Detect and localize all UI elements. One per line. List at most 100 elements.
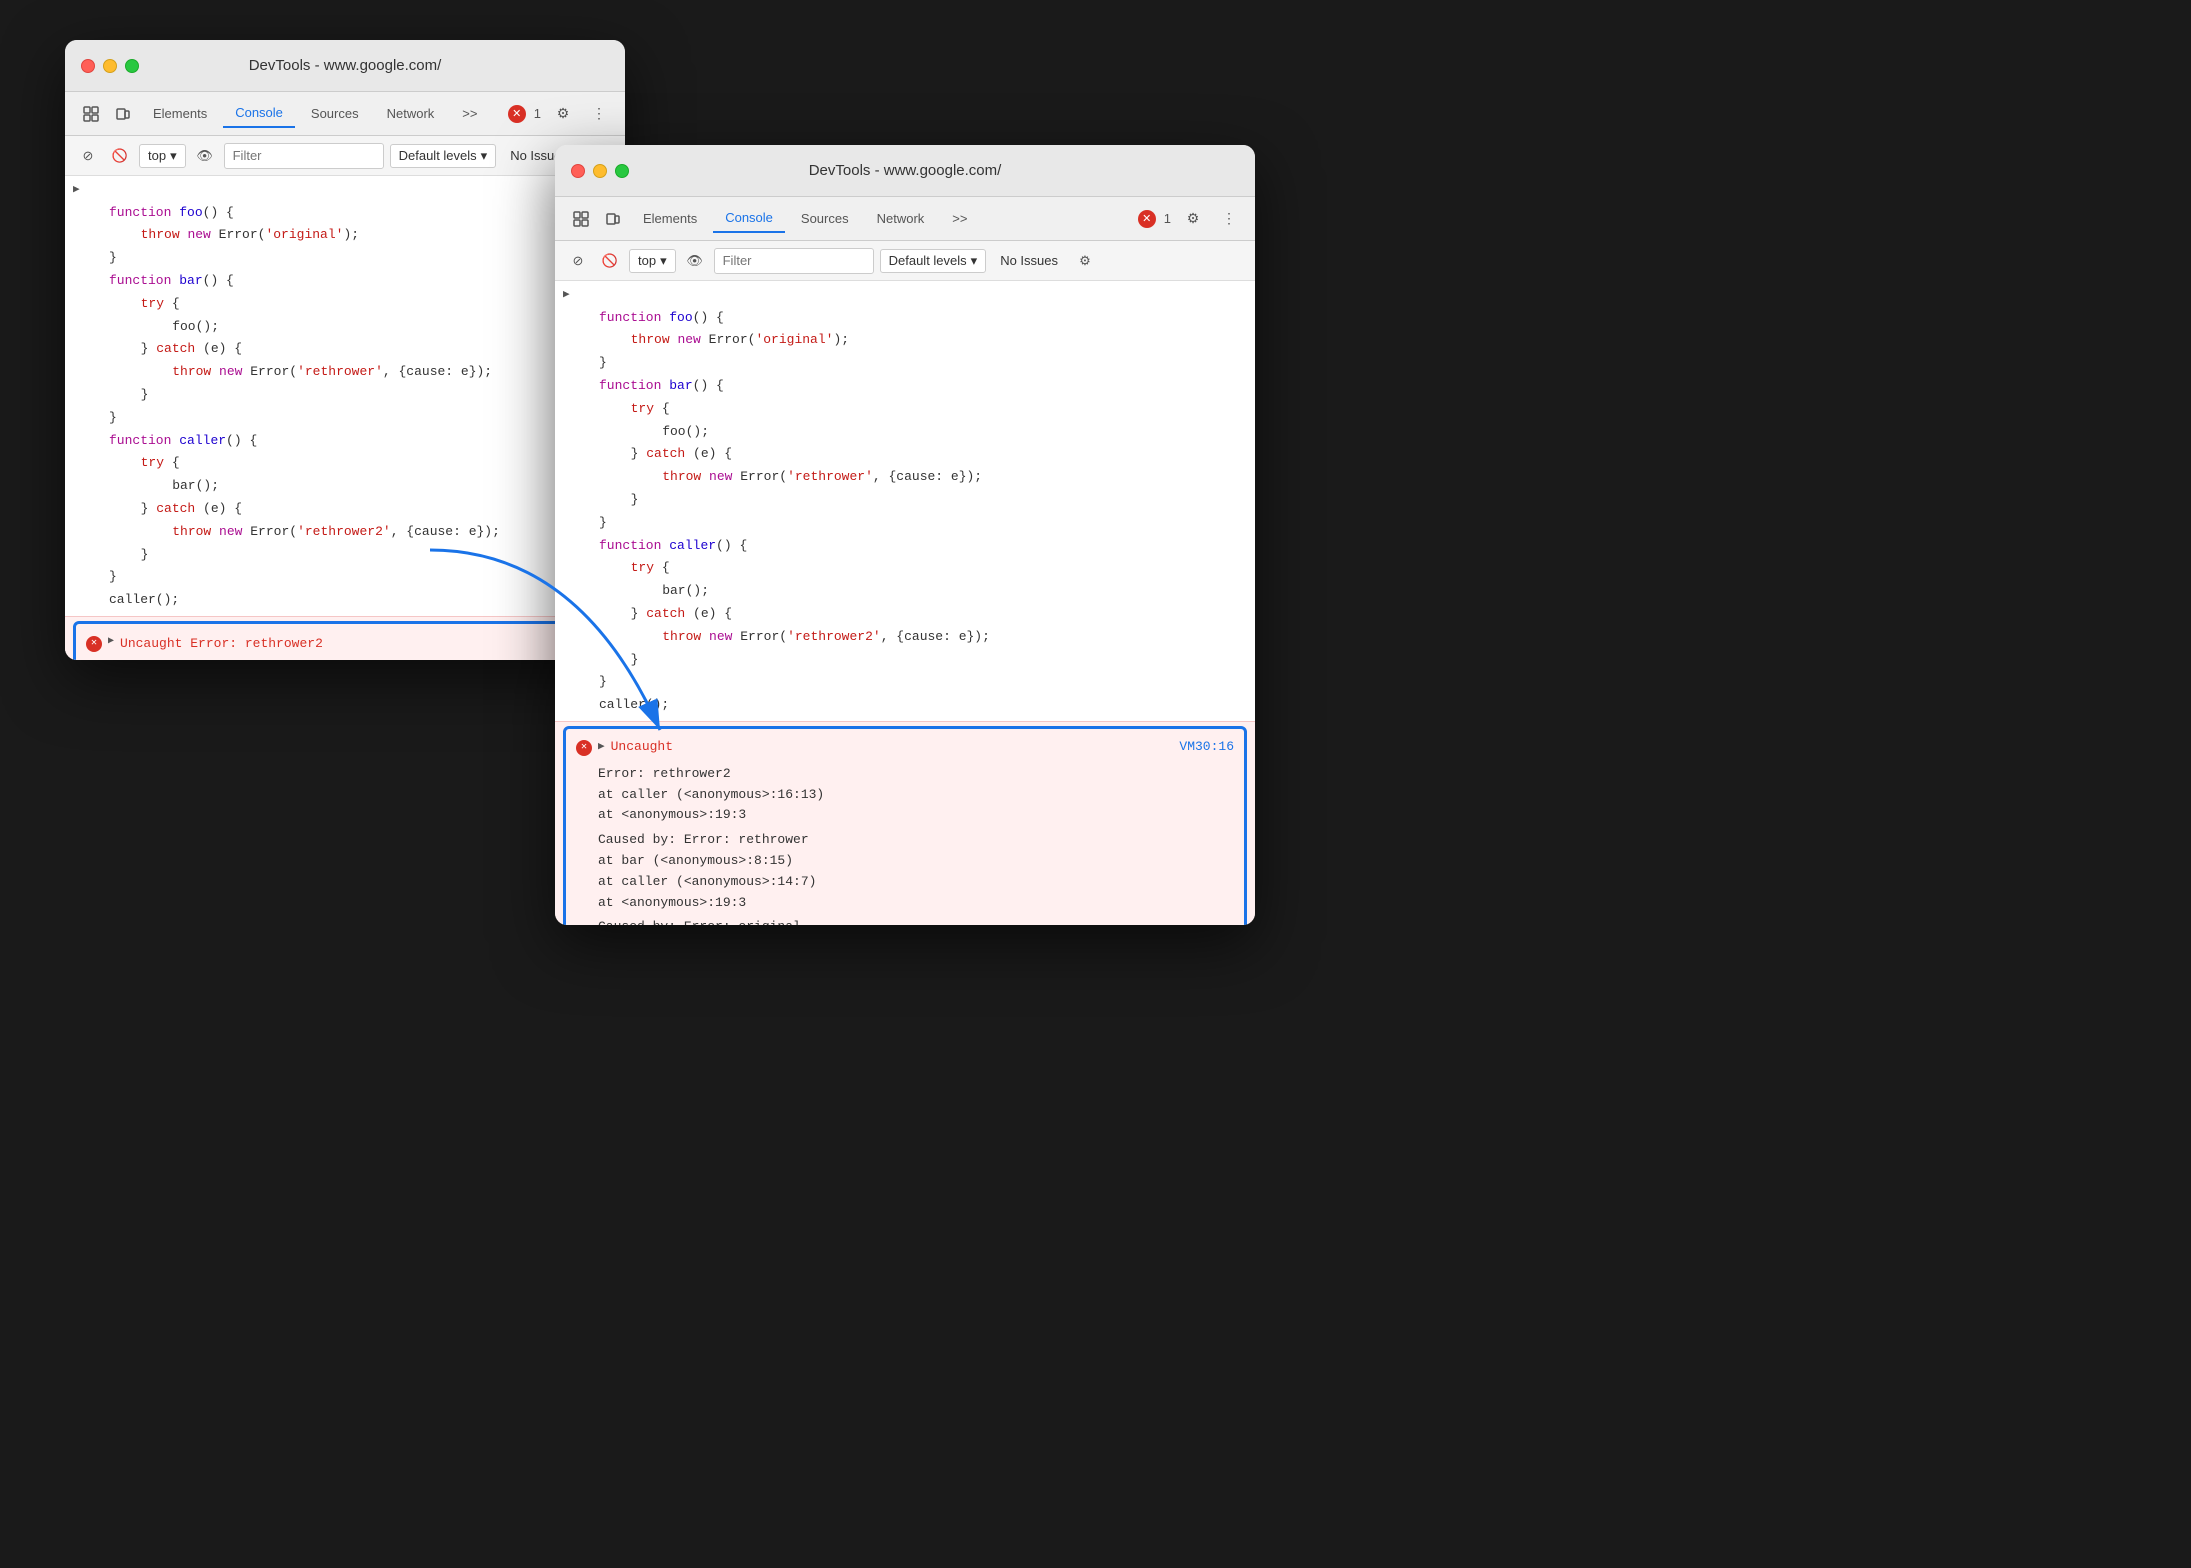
- code-line-2-17: }: [555, 671, 1255, 694]
- expand-icon-2[interactable]: ▶: [598, 739, 605, 757]
- toolbar-1: ⊘ 🚫 top ▾ 👁 Default levels ▾ No Issues ⚙: [65, 136, 625, 176]
- default-levels-label-2: Default levels: [889, 253, 967, 268]
- minimize-button-2[interactable]: [593, 164, 607, 178]
- minimize-button-1[interactable]: [103, 59, 117, 73]
- toolbar-2: ⊘ 🚫 top ▾ 👁 Default levels ▾ No Issues ⚙: [555, 241, 1255, 281]
- code-line-2-12: try {: [555, 557, 1255, 580]
- error-highlight-box-2: ✕ ▶ Uncaught VM30:16 Error: rethrower2 a…: [563, 726, 1247, 925]
- default-levels-chevron-1: ▾: [481, 148, 488, 164]
- tabbar-1: Elements Console Sources Network >> ✕ 1 …: [65, 92, 625, 136]
- code-line-2-15: throw new Error('rethrower2', {cause: e}…: [555, 626, 1255, 649]
- tab-right-1: ✕ 1 ⚙ ⋮: [508, 100, 613, 128]
- code-line-3: }: [65, 247, 625, 270]
- code-line-8: throw new Error('rethrower', {cause: e})…: [65, 361, 625, 384]
- code-line-10: }: [65, 407, 625, 430]
- expand-arrow-1[interactable]: ▶: [73, 182, 80, 200]
- err-line-3: at <anonymous>:19:3: [598, 805, 1234, 826]
- cause1-line-1: at bar (<anonymous>:8:15): [598, 851, 1234, 872]
- uncaught-label: Uncaught: [611, 737, 673, 758]
- tab-console-1[interactable]: Console: [223, 99, 295, 128]
- filter-btn-2[interactable]: 🚫: [597, 248, 623, 274]
- tab-more-2[interactable]: >>: [940, 205, 979, 232]
- code-line-16: }: [65, 544, 625, 567]
- settings-icon-1[interactable]: ⚙: [549, 100, 577, 128]
- default-levels-1[interactable]: Default levels ▾: [390, 144, 497, 168]
- device-icon-2[interactable]: [599, 205, 627, 233]
- maximize-button-2[interactable]: [615, 164, 629, 178]
- top-dropdown-1[interactable]: top ▾: [139, 144, 186, 168]
- error-area-2: ✕ ▶ Uncaught VM30:16 Error: rethrower2 a…: [555, 721, 1255, 925]
- tab-network-2[interactable]: Network: [865, 205, 937, 232]
- settings-gear-2[interactable]: ⚙: [1072, 248, 1098, 274]
- default-levels-chevron-2: ▾: [971, 253, 978, 269]
- eye-btn-2[interactable]: 👁: [682, 248, 708, 274]
- clear-btn-2[interactable]: ⊘: [565, 248, 591, 274]
- console-area-2: ▶ function foo() { throw new Error('orig…: [555, 281, 1255, 925]
- inspect-icon-2[interactable]: [567, 205, 595, 233]
- code-line-2-1: function foo() {: [555, 307, 1255, 330]
- more-icon-1[interactable]: ⋮: [585, 100, 613, 128]
- error-area-1: ✕ ▶ Uncaught Error: rethrower2 at caller…: [65, 616, 625, 660]
- clear-btn-1[interactable]: ⊘: [75, 143, 101, 169]
- code-line-5: try {: [65, 293, 625, 316]
- console-area-1: ▶ function foo() { throw new Error('orig…: [65, 176, 625, 660]
- traffic-lights-1: [81, 59, 139, 73]
- vm-link[interactable]: VM30:16: [1179, 737, 1234, 758]
- code-line-2-10: }: [555, 512, 1255, 535]
- tab-sources-1[interactable]: Sources: [299, 100, 371, 127]
- code-line-2-8: throw new Error('rethrower', {cause: e})…: [555, 466, 1255, 489]
- code-line-13: bar();: [65, 475, 625, 498]
- filter-input-1[interactable]: [224, 143, 384, 169]
- err-line-1: Error: rethrower2: [598, 764, 1234, 785]
- maximize-button-1[interactable]: [125, 59, 139, 73]
- cause2-header: Caused by: Error: original: [598, 917, 1234, 925]
- code-line-2-4: function bar() {: [555, 375, 1255, 398]
- top-label-1: top: [148, 148, 166, 163]
- error-line-1: ✕ ▶ Uncaught Error: rethrower2: [76, 628, 614, 660]
- code-line-11: function caller() {: [65, 430, 625, 453]
- error-icon-1: ✕: [86, 636, 102, 652]
- code-line-9: }: [65, 384, 625, 407]
- expanded-error-body: Error: rethrower2 at caller (<anonymous>…: [566, 764, 1244, 925]
- settings-icon-2[interactable]: ⚙: [1179, 205, 1207, 233]
- code-line-4: function bar() {: [65, 270, 625, 293]
- code-line-2-14: } catch (e) {: [555, 603, 1255, 626]
- tab-elements-1[interactable]: Elements: [141, 100, 219, 127]
- code-line-2-3: }: [555, 352, 1255, 375]
- tab-console-2[interactable]: Console: [713, 204, 785, 233]
- code-line-2-2: throw new Error('original');: [555, 329, 1255, 352]
- titlebar-2: DevTools - www.google.com/: [555, 145, 1255, 197]
- inspect-icon-1[interactable]: [77, 100, 105, 128]
- eye-btn-1[interactable]: 👁: [192, 143, 218, 169]
- cause1-header: Caused by: Error: rethrower: [598, 830, 1234, 851]
- top-dropdown-2[interactable]: top ▾: [629, 249, 676, 273]
- titlebar-1: DevTools - www.google.com/: [65, 40, 625, 92]
- filter-input-2[interactable]: [714, 248, 874, 274]
- more-icon-2[interactable]: ⋮: [1215, 205, 1243, 233]
- window-title-1: DevTools - www.google.com/: [249, 57, 442, 74]
- error-expand-1[interactable]: ▶: [108, 634, 114, 650]
- traffic-lights-2: [571, 164, 629, 178]
- tab-right-2: ✕ 1 ⚙ ⋮: [1138, 205, 1243, 233]
- error-badge-2: ✕: [1138, 210, 1156, 228]
- tabbar-2: Elements Console Sources Network >> ✕ 1 …: [555, 197, 1255, 241]
- close-button-1[interactable]: [81, 59, 95, 73]
- tab-network-1[interactable]: Network: [375, 100, 447, 127]
- default-levels-2[interactable]: Default levels ▾: [880, 249, 987, 273]
- err-line-2: at caller (<anonymous>:16:13): [598, 785, 1234, 806]
- filter-btn-1[interactable]: 🚫: [107, 143, 133, 169]
- code-line-2: throw new Error('original');: [65, 224, 625, 247]
- tab-sources-2[interactable]: Sources: [789, 205, 861, 232]
- tab-more-1[interactable]: >>: [450, 100, 489, 127]
- expand-arrow-2[interactable]: ▶: [563, 287, 570, 305]
- code-line-6: foo();: [65, 316, 625, 339]
- code-line-1: function foo() {: [65, 202, 625, 225]
- code-line-2-11: function caller() {: [555, 535, 1255, 558]
- code-line-2-7: } catch (e) {: [555, 443, 1255, 466]
- tab-elements-2[interactable]: Elements: [631, 205, 709, 232]
- code-line-15: throw new Error('rethrower2', {cause: e}…: [65, 521, 625, 544]
- code-line-2-18: caller();: [555, 694, 1255, 717]
- close-button-2[interactable]: [571, 164, 585, 178]
- devtools-window-1: DevTools - www.google.com/ Elements Cons…: [65, 40, 625, 660]
- device-icon-1[interactable]: [109, 100, 137, 128]
